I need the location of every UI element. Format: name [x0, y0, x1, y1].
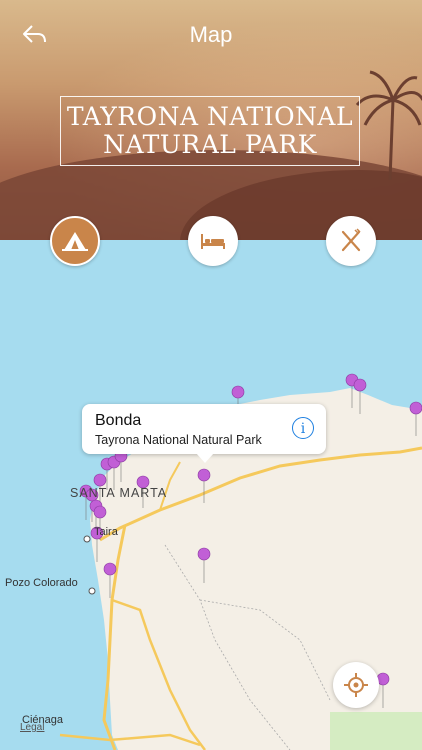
map-pin: [409, 401, 422, 436]
info-icon[interactable]: i: [292, 417, 314, 439]
restaurant-fork-knife-icon: [341, 228, 361, 252]
screen-title: Map: [189, 22, 233, 47]
hotel-bed-icon: [201, 234, 225, 249]
city-label-taira: Taira: [94, 526, 118, 538]
camping-tent-icon: [62, 232, 88, 251]
locate-me-button[interactable]: [333, 662, 379, 708]
category-camping-button[interactable]: [50, 216, 100, 266]
city-label-pozo-colorado: Pozo Colorado: [5, 577, 78, 589]
palm-tree-icon: [355, 70, 422, 180]
callout-subtitle: Tayrona National Natural Park: [95, 433, 262, 447]
park-title-box: TAYRONA NATIONAL NATURAL PARK: [60, 96, 360, 166]
header-banner: Map TAYRONA NATIONAL NATURAL PARK: [0, 0, 422, 240]
map-pin: [345, 373, 359, 408]
city-label-santa-marta: SANTA MARTA: [70, 486, 168, 500]
park-title: TAYRONA NATIONAL NATURAL PARK: [66, 102, 354, 159]
category-restaurant-button[interactable]: [326, 216, 376, 266]
map-callout[interactable]: Bonda Tayrona National Natural Park i: [82, 404, 326, 463]
map-pin: [376, 672, 390, 708]
map-pin: [197, 468, 211, 503]
map-pin: [353, 378, 367, 414]
map-pin: [197, 547, 211, 583]
legal-link[interactable]: Legal: [20, 722, 44, 733]
category-hotel-button[interactable]: [188, 216, 238, 266]
callout-title: Bonda: [95, 412, 142, 429]
locate-crosshair-icon: [344, 673, 368, 697]
map-pin: [103, 562, 117, 598]
